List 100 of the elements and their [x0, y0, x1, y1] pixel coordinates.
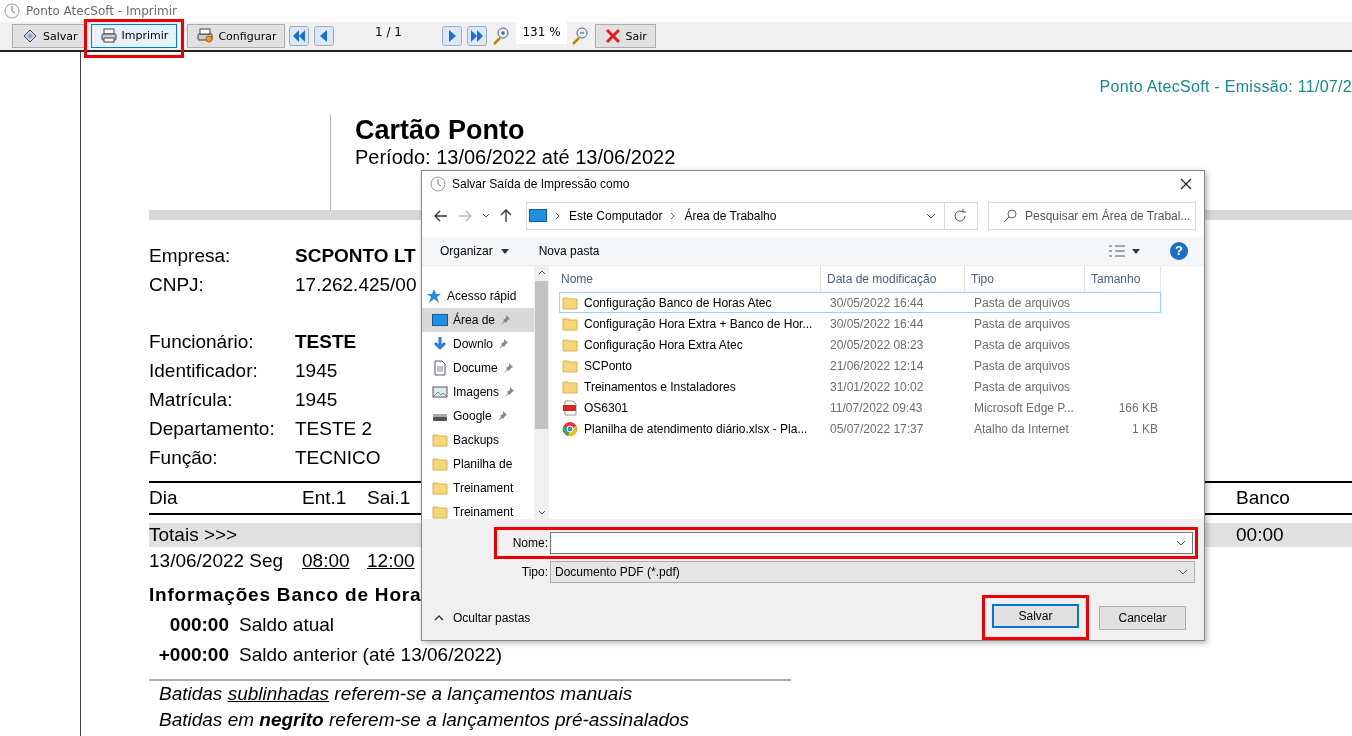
chevron-down-icon[interactable]: [537, 510, 546, 515]
toolbar-button[interactable]: Sair: [594, 24, 656, 48]
section-heading: Informações Banco de Hora: [149, 584, 422, 605]
field-value: 1945: [295, 359, 338, 383]
field-label: CNPJ:: [149, 273, 205, 297]
file-date: 21/06/2022 12:14: [829, 358, 925, 373]
help-button[interactable]: ?: [1170, 242, 1188, 261]
nav-item[interactable]: Backups: [422, 428, 534, 452]
field-label: Departamento:: [149, 417, 276, 441]
folder-icon: [562, 357, 578, 374]
cancel-button[interactable]: Cancelar: [1099, 605, 1186, 630]
pin-icon: [498, 339, 509, 349]
toolbar-button[interactable]: Salvar: [12, 24, 87, 48]
report-title: Cartão Ponto: [355, 114, 526, 146]
up-arrow-icon[interactable]: [500, 209, 512, 224]
organize-menu[interactable]: Organizar: [440, 244, 509, 259]
file-row[interactable]: Configuração Hora Extra Atec 20/05/2022 08:23 Pasta de arquivos: [559, 334, 1161, 355]
document-icon: [432, 360, 448, 376]
file-date: 31/01/2022 10:02: [829, 379, 925, 394]
scrollbar-thumb[interactable]: [535, 281, 548, 429]
column-header[interactable]: Nome: [559, 266, 821, 292]
hide-folders-toggle[interactable]: Ocultar pastas: [434, 610, 531, 625]
column-header[interactable]: Data de modificação: [821, 266, 965, 292]
file-date: 05/07/2022 17:37: [829, 421, 925, 436]
file-date: 11/07/2022 09:43: [829, 400, 924, 415]
nav-item[interactable]: Área de: [422, 308, 534, 332]
file-name: Configuração Hora Extra + Banco de Hor...: [584, 316, 813, 331]
chevron-up-icon[interactable]: [537, 270, 546, 275]
diamond-icon: [21, 27, 39, 45]
nav-item[interactable]: Downlo: [422, 332, 534, 356]
nav-item[interactable]: Docume: [422, 356, 534, 380]
field-label: Nome:: [511, 536, 548, 550]
nav-item[interactable]: Imagens: [422, 380, 534, 404]
folder-icon: [562, 378, 578, 395]
file-row[interactable]: Configuração Hora Extra + Banco de Hor... 30/05/2022 16:44 Pasta de arquivos: [559, 313, 1161, 334]
field-value: TECNICO: [295, 446, 381, 470]
nav-item[interactable]: Planilha de: [422, 452, 534, 476]
window-title: Ponto AtecSoft - Imprimir: [26, 4, 177, 18]
file-row[interactable]: Treinamentos e Instaladores 31/01/2022 10:02 Pasta de arquivos: [559, 376, 1161, 397]
clock-icon: [430, 176, 446, 193]
chevron-up-icon: [434, 614, 444, 621]
toolbar-button[interactable]: Imprimir: [90, 23, 178, 48]
web-shortcut-icon: [562, 420, 578, 437]
close-icon: [603, 27, 622, 45]
nav-item[interactable]: Acesso rápid: [422, 284, 534, 308]
view-list-icon[interactable]: [1108, 244, 1126, 259]
field-value: SCPONTO LT: [295, 244, 416, 268]
chevron-down-icon: [1178, 569, 1188, 575]
breadcrumb[interactable]: Este Computador: [569, 209, 663, 224]
pin-icon: [496, 411, 507, 421]
nav-item[interactable]: Treinament: [422, 476, 534, 500]
field-value: 1945: [295, 388, 338, 412]
field-label: Tipo:: [520, 565, 548, 579]
back-arrow-icon[interactable]: [434, 210, 448, 223]
file-size: 1 KB: [1132, 421, 1158, 436]
printer-gear-icon: [196, 27, 215, 45]
file-size: 166 KB: [1118, 400, 1158, 415]
totals-label: Totais >>>: [149, 523, 238, 547]
column-header[interactable]: Tipo: [965, 266, 1085, 292]
pin-icon: [504, 387, 515, 397]
search-icon: [1003, 209, 1017, 224]
caret-icon: [500, 248, 509, 254]
file-row[interactable]: Configuração Banco de Horas Atec 30/05/2022 16:44 Pasta de arquivos: [559, 292, 1161, 313]
field-value: 17.262.425/00: [295, 273, 417, 297]
type-dropdown[interactable]: Documento PDF (*.pdf): [550, 561, 1195, 583]
file-name: Configuração Banco de Horas Atec: [584, 295, 772, 310]
monitor-icon: [432, 312, 448, 328]
file-row[interactable]: SCPonto 21/06/2022 12:14 Pasta de arquivos: [559, 355, 1161, 376]
picture-icon: [432, 384, 448, 400]
save-button[interactable]: Salvar: [992, 604, 1079, 628]
chevron-right-icon: [670, 212, 677, 221]
toolbar-button[interactable]: Configurar: [187, 24, 286, 48]
pdf-file-icon: [562, 399, 578, 416]
column-header[interactable]: Tamanho: [1085, 266, 1161, 292]
chevron-down-icon[interactable]: [482, 213, 490, 220]
field-value: TESTE 2: [295, 417, 373, 441]
breadcrumb[interactable]: Área de Trabalho: [684, 209, 777, 224]
column-header: Sai.1: [367, 486, 411, 510]
table-cell-text: 12:00: [367, 549, 415, 573]
nav-item[interactable]: Google: [422, 404, 534, 428]
nav-item[interactable]: Treinament: [422, 500, 534, 519]
chevron-down-icon[interactable]: [926, 213, 936, 220]
close-icon[interactable]: [1180, 178, 1192, 191]
caret-icon[interactable]: [1132, 248, 1140, 254]
address-bar[interactable]: Este Computador Área de Trabalho: [526, 202, 978, 231]
emission-text: Ponto AtecSoft - Emissão: 11/07/2: [1098, 78, 1352, 97]
new-folder-button[interactable]: Nova pasta: [538, 244, 600, 259]
name-field[interactable]: [550, 532, 1193, 554]
field-label: Identificador:: [149, 359, 259, 383]
column-header: Banco: [1236, 486, 1290, 510]
file-row[interactable]: Planilha de atendimento diário.xlsx - Pla... 05/07/2022 17:37 Atalho da Internet 1 KB: [559, 418, 1161, 439]
zoom-out-icon[interactable]: [570, 26, 591, 46]
scrollbar[interactable]: [534, 266, 549, 519]
search-field[interactable]: Pesquisar em Área de Trabal...: [988, 202, 1196, 231]
file-name: SCPonto: [584, 358, 633, 373]
refresh-icon[interactable]: [953, 209, 967, 224]
file-row[interactable]: OS6301 11/07/2022 09:43 Microsoft Edge P... 166 KB: [559, 397, 1161, 418]
star-icon: [426, 288, 442, 304]
balance-label: Saldo anterior (até 13/06/2022): [239, 644, 502, 666]
file-type: Pasta de arquivos: [973, 316, 1072, 331]
